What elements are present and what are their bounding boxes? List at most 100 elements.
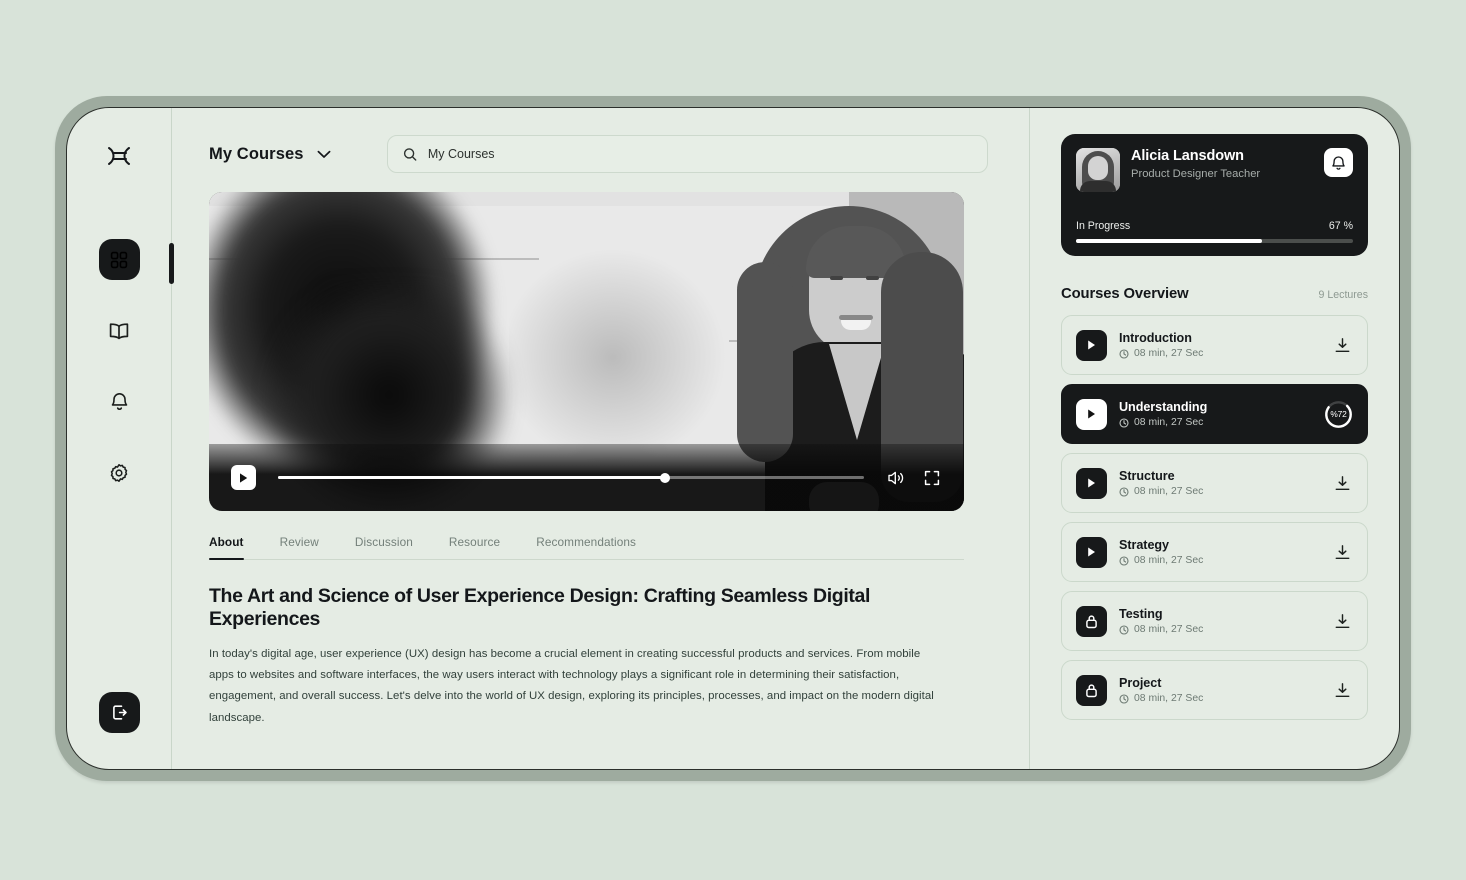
play-icon [1088,409,1095,419]
lecture-meta: 08 min, 27 Sec [1119,693,1319,704]
lecture-item[interactable]: Structure 08 min, 27 Sec [1061,453,1368,513]
lecture-item[interactable]: Project 08 min, 27 Sec [1061,660,1368,720]
chevron-down-icon [317,150,330,158]
content-tabs: About Review Discussion Resource Recomme… [209,535,964,561]
lecture-progress-label: %72 [1330,409,1347,419]
tab-resource[interactable]: Resource [449,535,500,559]
profile-name: Alicia Lansdown [1131,148,1244,164]
grid-icon [110,251,128,268]
tab-recommendations[interactable]: Recommendations [536,535,636,559]
lecture-list: Introduction 08 min, 27 Sec Understandin… [1061,315,1368,720]
progress-label: In Progress [1076,220,1131,232]
profile-card: Alicia Lansdown Product Designer Teacher… [1061,134,1368,256]
lecture-meta: 08 min, 27 Sec [1119,486,1319,497]
lecture-media-icon[interactable] [1076,536,1107,568]
lecture-duration: 08 min, 27 Sec [1134,486,1204,497]
lock-icon [1086,614,1097,628]
lecture-title: Project [1119,676,1162,690]
lecture-download-button[interactable] [1331,679,1353,701]
lecture-media-icon[interactable] [1076,467,1107,499]
video-play-button[interactable] [231,465,256,490]
tablet-screen: My Courses My Courses About Review Discu… [66,107,1400,770]
lecture-download-button[interactable] [1331,541,1353,563]
lecture-duration: 08 min, 27 Sec [1134,555,1204,566]
lecture-item[interactable]: Understanding 08 min, 27 Sec %72 [1061,384,1368,444]
lecture-duration: 08 min, 27 Sec [1134,348,1204,359]
bell-icon [111,393,127,410]
lecture-meta: 08 min, 27 Sec [1119,624,1319,635]
lecture-item[interactable]: Introduction 08 min, 27 Sec [1061,315,1368,375]
clock-icon [1119,348,1129,359]
video-progress-bar[interactable] [278,472,864,483]
search-input[interactable] [427,147,972,161]
video-volume-button[interactable] [886,468,906,488]
overview-lecture-count: 9 Lectures [1318,289,1368,301]
play-icon [1088,478,1095,488]
video-progress-thumb[interactable] [659,472,670,483]
video-progress-fill [278,475,665,480]
tab-discussion[interactable]: Discussion [355,535,413,559]
lecture-title: Testing [1119,607,1163,621]
video-player[interactable] [209,192,964,511]
lecture-title: Strategy [1119,538,1169,552]
gear-icon [110,463,128,482]
lecture-duration: 08 min, 27 Sec [1134,693,1204,704]
lecture-media-icon[interactable] [1076,674,1107,706]
video-fullscreen-button[interactable] [922,468,942,488]
lecture-meta: 08 min, 27 Sec [1119,417,1312,428]
lecture-text: Structure 08 min, 27 Sec [1119,469,1319,497]
profile-progress-fill [1076,239,1262,243]
download-icon [1335,337,1349,352]
lecture-item[interactable]: Testing 08 min, 27 Sec [1061,591,1368,651]
overview-title: Courses Overview [1061,286,1189,302]
right-panel: Alicia Lansdown Product Designer Teacher… [1029,108,1399,769]
play-icon [1088,340,1095,350]
progress-percent: 67 % [1328,220,1353,232]
article-title: The Art and Science of User Experience D… [209,585,871,630]
logout-button[interactable] [99,692,140,733]
profile-header: Alicia Lansdown Product Designer Teacher [1076,148,1353,192]
clock-icon [1119,693,1129,704]
sidebar-item-notifications[interactable] [99,381,140,422]
avatar [1076,148,1120,192]
tab-review[interactable]: Review [280,535,319,559]
lecture-title: Understanding [1119,400,1208,414]
article-body: In today's digital age, user experience … [209,648,934,724]
lecture-duration: 08 min, 27 Sec [1134,624,1204,635]
download-icon [1335,682,1349,697]
sidebar-item-dashboard[interactable] [98,239,140,280]
clock-icon [1119,555,1129,566]
tab-about[interactable]: About [209,535,244,561]
tablet-frame: My Courses My Courses About Review Discu… [55,96,1411,781]
bell-icon [1332,155,1345,170]
lecture-text: Testing 08 min, 27 Sec [1119,607,1319,635]
lecture-media-icon[interactable] [1076,329,1107,361]
lecture-download-button[interactable] [1331,334,1353,356]
courses-dropdown-label: My Courses [209,144,304,163]
lecture-meta: 08 min, 27 Sec [1119,348,1319,359]
lecture-text: Strategy 08 min, 27 Sec [1119,538,1319,566]
search-icon [403,147,416,161]
lecture-download-button[interactable] [1331,610,1353,632]
sidebar-item-settings[interactable] [99,452,140,493]
courses-dropdown[interactable]: My Courses [209,145,331,164]
search-box[interactable] [386,135,988,173]
book-icon [109,322,129,339]
download-icon [1335,613,1349,628]
video-controls [209,444,964,511]
clock-icon [1119,417,1129,428]
lecture-title: Introduction [1119,331,1192,345]
sidebar-item-library[interactable] [99,310,140,351]
volume-icon [888,471,904,484]
lecture-item[interactable]: Strategy 08 min, 27 Sec [1061,522,1368,582]
app-logo [102,139,136,173]
lecture-download-button[interactable] [1331,472,1353,494]
lecture-media-icon[interactable] [1076,398,1107,430]
logout-icon [113,705,127,720]
lock-icon [1086,683,1097,697]
lecture-media-icon[interactable] [1076,605,1107,637]
clock-icon [1119,486,1129,497]
topbar: My Courses [209,134,991,174]
profile-role: Product Designer Teacher [1131,168,1261,180]
notification-button[interactable] [1324,148,1353,177]
